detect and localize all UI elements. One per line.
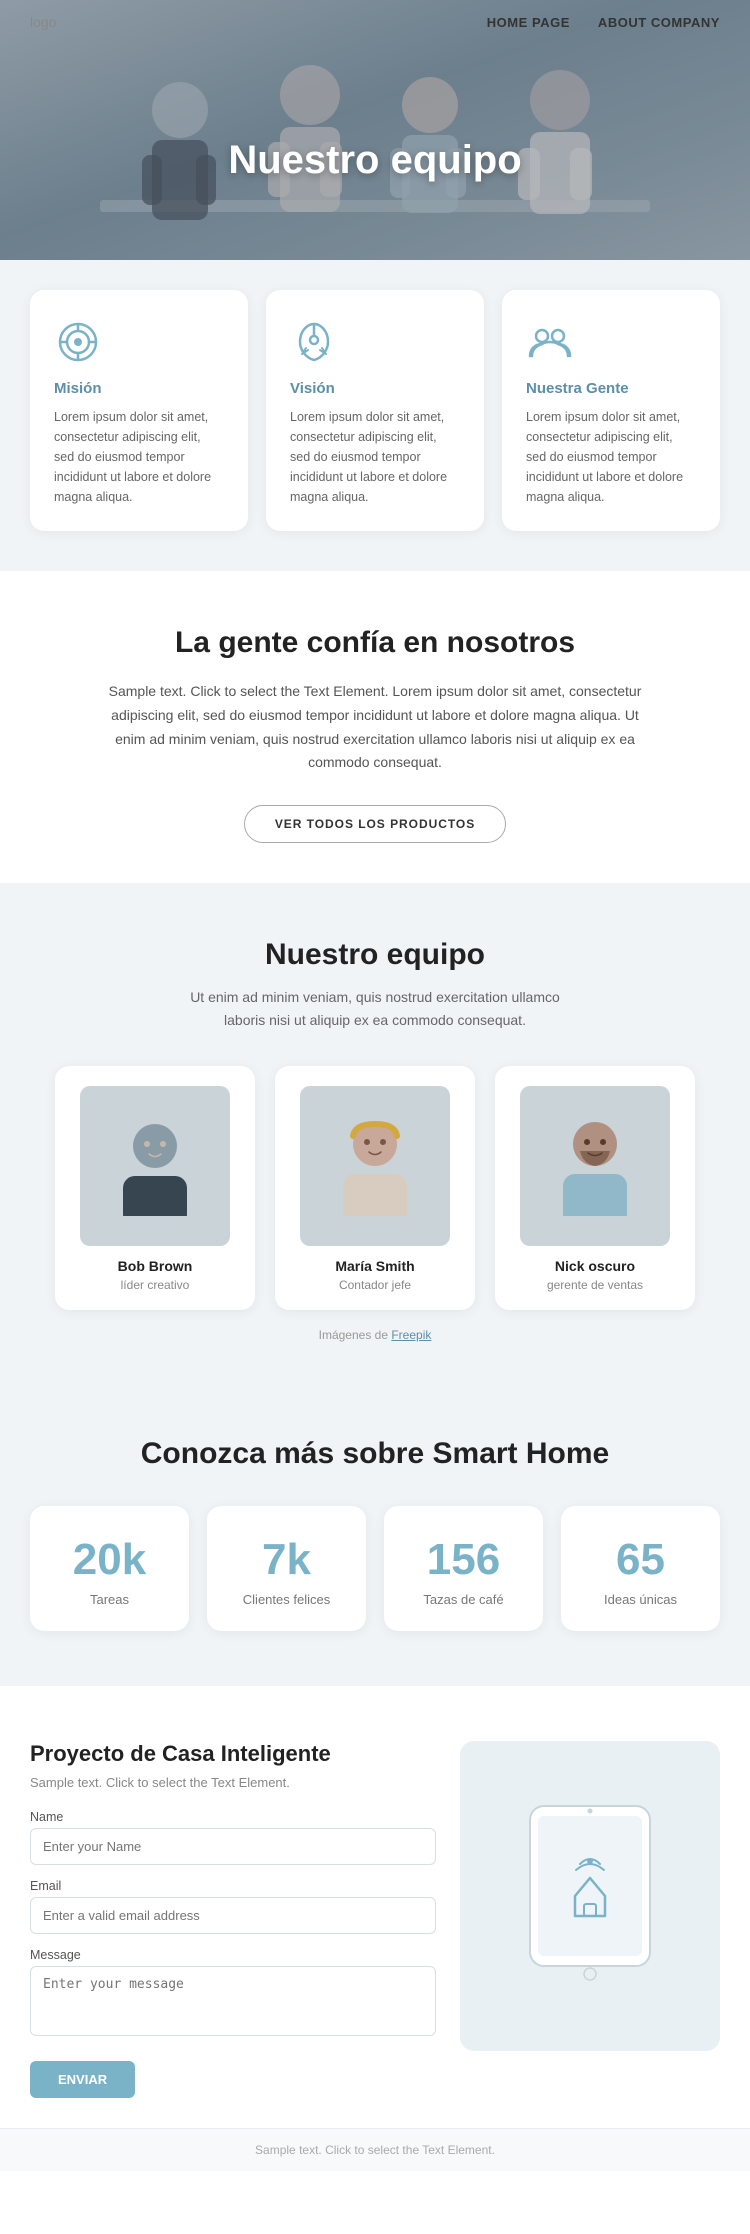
- card-gente-text: Lorem ipsum dolor sit amet, consectetur …: [526, 407, 696, 507]
- trust-text: Sample text. Click to select the Text El…: [95, 680, 655, 775]
- team-subtitle: Ut enim ad minim veniam, quis nostrud ex…: [175, 986, 575, 1031]
- team-photo-bob: [80, 1086, 230, 1246]
- nav-logo: logo: [30, 14, 56, 30]
- card-mision-text: Lorem ipsum dolor sit amet, consectetur …: [54, 407, 224, 507]
- form-label-email: Email: [30, 1879, 436, 1893]
- stats-row: 20k Tareas 7k Clientes felices 156 Tazas…: [30, 1506, 720, 1631]
- card-mision-title: Misión: [54, 380, 224, 397]
- target-icon: [54, 318, 102, 366]
- footer-bar: Sample text. Click to select the Text El…: [0, 2128, 750, 2171]
- hero-title: Nuestro equipo: [228, 138, 521, 183]
- card-vision-text: Lorem ipsum dolor sit amet, consectetur …: [290, 407, 460, 507]
- stat-tareas: 20k Tareas: [30, 1506, 189, 1631]
- team-role-maria: Contador jefe: [295, 1278, 455, 1292]
- stat-tazas-label: Tazas de café: [404, 1592, 523, 1607]
- team-section: Nuestro equipo Ut enim ad minim veniam, …: [0, 883, 750, 1382]
- stat-tareas-number: 20k: [50, 1538, 169, 1582]
- freepik-link[interactable]: Freepik: [391, 1328, 431, 1342]
- footer-text: Sample text. Click to select the Text El…: [255, 2143, 495, 2157]
- form-group-message: Message: [30, 1948, 436, 2041]
- tablet-visual: [460, 1741, 720, 2051]
- team-photo-maria: [300, 1086, 450, 1246]
- form-label-name: Name: [30, 1810, 436, 1824]
- card-mision: Misión Lorem ipsum dolor sit amet, conse…: [30, 290, 248, 531]
- team-name-nick: Nick oscuro: [515, 1258, 675, 1274]
- nav-link-home[interactable]: HOME PAGE: [487, 15, 570, 30]
- stat-tazas-number: 156: [404, 1538, 523, 1582]
- rocket-icon: [290, 318, 338, 366]
- trust-section: La gente confía en nosotros Sample text.…: [0, 571, 750, 883]
- stat-clientes-number: 7k: [227, 1538, 346, 1582]
- card-gente: Nuestra Gente Lorem ipsum dolor sit amet…: [502, 290, 720, 531]
- nav-links: HOME PAGE ABOUT COMPANY: [487, 15, 720, 30]
- contact-title: Proyecto de Casa Inteligente: [30, 1741, 436, 1767]
- contact-right: [460, 1741, 720, 2051]
- team-name-bob: Bob Brown: [75, 1258, 235, 1274]
- contact-left: Proyecto de Casa Inteligente Sample text…: [30, 1741, 436, 2098]
- form-input-name[interactable]: [30, 1828, 436, 1865]
- team-card-maria: María Smith Contador jefe: [275, 1066, 475, 1310]
- card-gente-title: Nuestra Gente: [526, 380, 696, 397]
- navigation: logo HOME PAGE ABOUT COMPANY: [0, 0, 750, 44]
- card-vision: Visión Lorem ipsum dolor sit amet, conse…: [266, 290, 484, 531]
- stat-ideas: 65 Ideas únicas: [561, 1506, 720, 1631]
- contact-section: Proyecto de Casa Inteligente Sample text…: [0, 1686, 750, 2128]
- form-group-email: Email: [30, 1879, 436, 1934]
- stat-tareas-label: Tareas: [50, 1592, 169, 1607]
- contact-subtitle: Sample text. Click to select the Text El…: [30, 1775, 436, 1790]
- nav-link-about[interactable]: ABOUT COMPANY: [598, 15, 720, 30]
- stat-tazas: 156 Tazas de café: [384, 1506, 543, 1631]
- trust-title: La gente confía en nosotros: [60, 626, 690, 660]
- team-photo-nick: [520, 1086, 670, 1246]
- cards-row: Misión Lorem ipsum dolor sit amet, conse…: [30, 260, 720, 531]
- form-group-name: Name: [30, 1810, 436, 1865]
- stat-clientes-label: Clientes felices: [227, 1592, 346, 1607]
- team-row: Bob Brown líder creativo María Smith Con…: [40, 1066, 710, 1310]
- team-title: Nuestro equipo: [40, 938, 710, 972]
- form-input-email[interactable]: [30, 1897, 436, 1934]
- stats-section: Conozca más sobre Smart Home 20k Tareas …: [0, 1382, 750, 1686]
- team-card-bob: Bob Brown líder creativo: [55, 1066, 255, 1310]
- team-card-nick: Nick oscuro gerente de ventas: [495, 1066, 695, 1310]
- people-icon: [526, 318, 574, 366]
- card-vision-title: Visión: [290, 380, 460, 397]
- team-role-bob: líder creativo: [75, 1278, 235, 1292]
- stat-ideas-label: Ideas únicas: [581, 1592, 700, 1607]
- team-role-nick: gerente de ventas: [515, 1278, 675, 1292]
- submit-button[interactable]: ENVIAR: [30, 2061, 135, 2098]
- form-label-message: Message: [30, 1948, 436, 1962]
- freepik-credit: Imágenes de Freepik: [40, 1328, 710, 1342]
- ver-productos-button[interactable]: VER TODOS LOS PRODUCTOS: [244, 805, 506, 843]
- cards-section: Misión Lorem ipsum dolor sit amet, conse…: [0, 260, 750, 571]
- form-input-message[interactable]: [30, 1966, 436, 2036]
- stats-title: Conozca más sobre Smart Home: [30, 1437, 720, 1471]
- team-name-maria: María Smith: [295, 1258, 455, 1274]
- stat-clientes: 7k Clientes felices: [207, 1506, 366, 1631]
- stat-ideas-number: 65: [581, 1538, 700, 1582]
